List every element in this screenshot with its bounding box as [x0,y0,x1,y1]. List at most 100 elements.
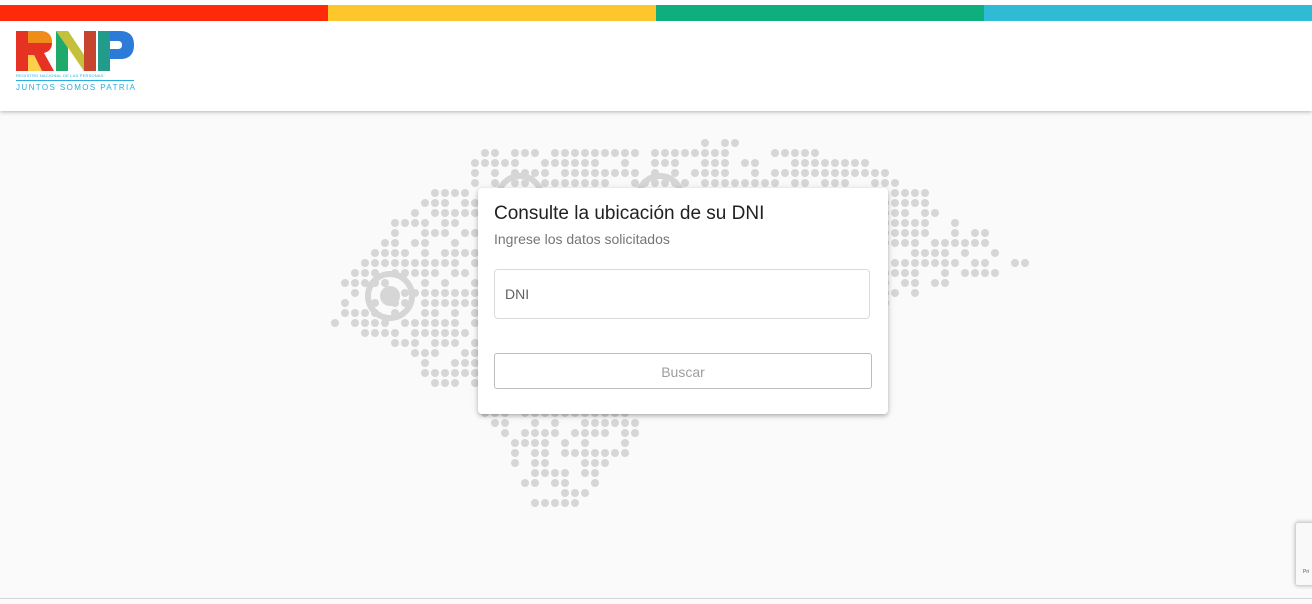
map-dot [351,279,359,287]
map-dot [711,179,719,187]
map-dot [431,299,439,307]
map-dot [901,189,909,197]
map-dot [751,159,759,167]
rnp-logo[interactable]: REGISTRO NACIONAL DE LAS PERSONAS JUNTOS… [14,31,138,97]
map-dot [631,149,639,157]
map-dot [581,419,589,427]
map-dot [891,229,899,237]
map-dot [751,179,759,187]
map-dot [521,439,529,447]
map-dot [591,419,599,427]
map-dot [571,179,579,187]
map-dot [651,159,659,167]
map-dot [671,149,679,157]
map-dot [431,199,439,207]
search-button[interactable]: Buscar [494,353,872,389]
map-dot [401,339,409,347]
map-dot [411,209,419,217]
map-dot [441,289,449,297]
map-dot [591,469,599,477]
map-dot [441,189,449,197]
map-dot [521,479,529,487]
map-dot [431,349,439,357]
map-dot [811,159,819,167]
map-dot [451,379,459,387]
map-dot [851,169,859,177]
map-dot [451,329,459,337]
map-dot [591,159,599,167]
map-dot [601,149,609,157]
map-dot [771,179,779,187]
map-dot [691,149,699,157]
map-dot [561,159,569,167]
map-dot [801,159,809,167]
map-dot [411,259,419,267]
map-dot [701,139,709,147]
map-dot [601,429,609,437]
map-dot [581,449,589,457]
map-dot [591,149,599,157]
map-dot [921,219,929,227]
map-dot [911,189,919,197]
map-dot [881,169,889,177]
map-dot [541,439,549,447]
map-dot [571,489,579,497]
map-dot [971,259,979,267]
map-dot [581,489,589,497]
map-dot [801,179,809,187]
map-dot [821,179,829,187]
map-dot [931,259,939,267]
map-dot [611,449,619,457]
map-dot [411,219,419,227]
map-dot [521,429,529,437]
map-dot [391,239,399,247]
map-dot [361,309,369,317]
map-dot [811,149,819,157]
recaptcha-badge[interactable]: Pri [1295,522,1312,586]
map-dot [581,439,589,447]
map-dot [931,249,939,257]
map-dot [901,239,909,247]
map-dot [921,189,929,197]
dni-input[interactable] [495,270,869,318]
map-dot [341,279,349,287]
stripe-yellow [328,5,656,21]
map-dot [601,449,609,457]
map-dot [451,189,459,197]
map-dot [401,259,409,267]
map-dot [461,329,469,337]
map-dot [661,159,669,167]
map-dot [341,309,349,317]
map-dot [841,169,849,177]
card-subtitle: Ingrese los datos solicitados [494,231,670,247]
map-dot [431,269,439,277]
map-dot [461,359,469,367]
map-dot [451,369,459,377]
map-dot [621,159,629,167]
map-dot [431,229,439,237]
map-dot [421,299,429,307]
map-dot [601,419,609,427]
map-dot [541,159,549,167]
map-dot [731,139,739,147]
map-dot [621,449,629,457]
map-dot [511,149,519,157]
map-dot [471,169,479,177]
map-dot [771,149,779,157]
map-dot [931,279,939,287]
map-dot [711,169,719,177]
map-dot [461,349,469,357]
dni-field[interactable] [494,269,870,319]
map-dot [421,219,429,227]
map-dot [511,439,519,447]
map-dot [421,249,429,257]
map-dot [601,459,609,467]
map-dot [561,179,569,187]
brand-color-stripes [0,5,1312,21]
map-dot [881,179,889,187]
map-dot [371,329,379,337]
map-dot [561,449,569,457]
map-dot [621,169,629,177]
map-dot [421,329,429,337]
map-dot [611,419,619,427]
